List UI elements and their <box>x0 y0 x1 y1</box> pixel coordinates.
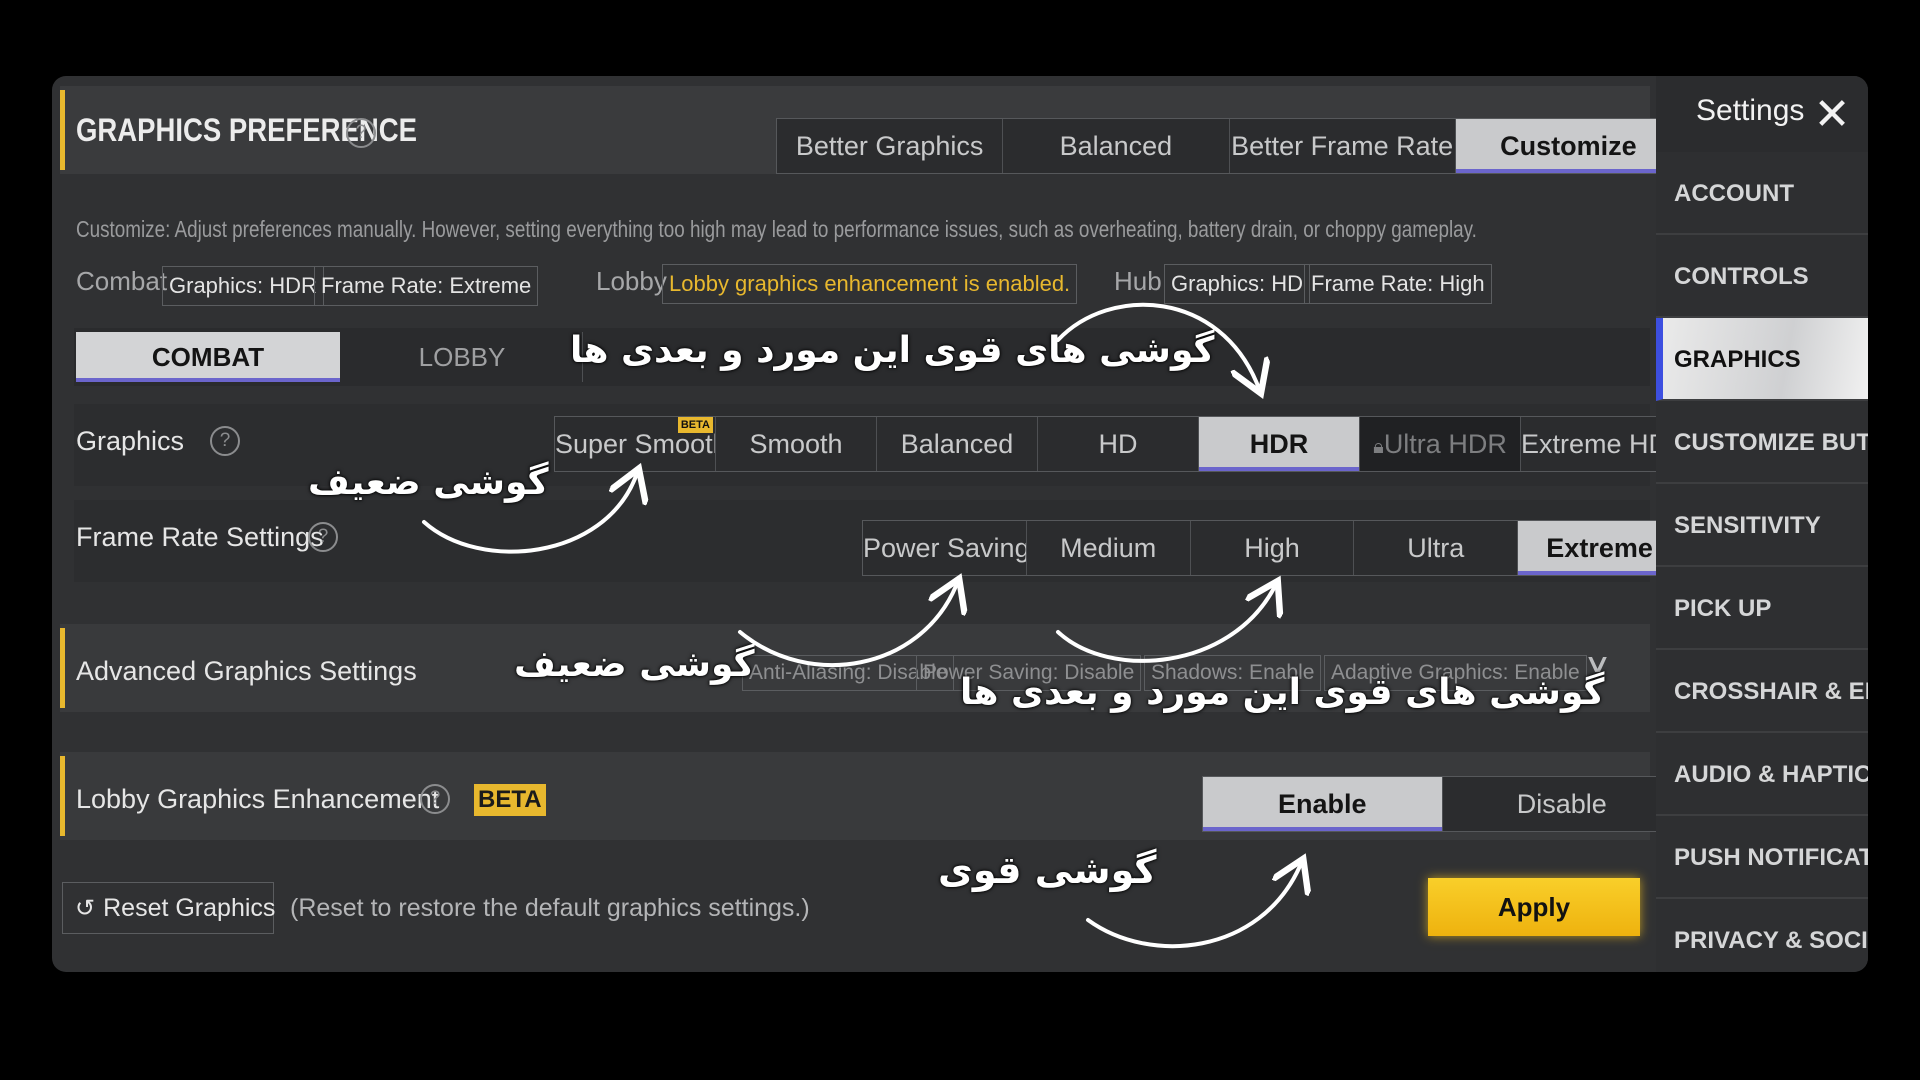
annotation-arrows <box>422 302 1920 949</box>
arrow-to-enable <box>1086 866 1300 949</box>
arrow-to-high <box>1056 588 1274 663</box>
arrow-to-super-smooth <box>422 476 636 554</box>
arrow-to-hdr <box>1056 302 1258 386</box>
arrow-to-power-saving <box>738 586 956 668</box>
